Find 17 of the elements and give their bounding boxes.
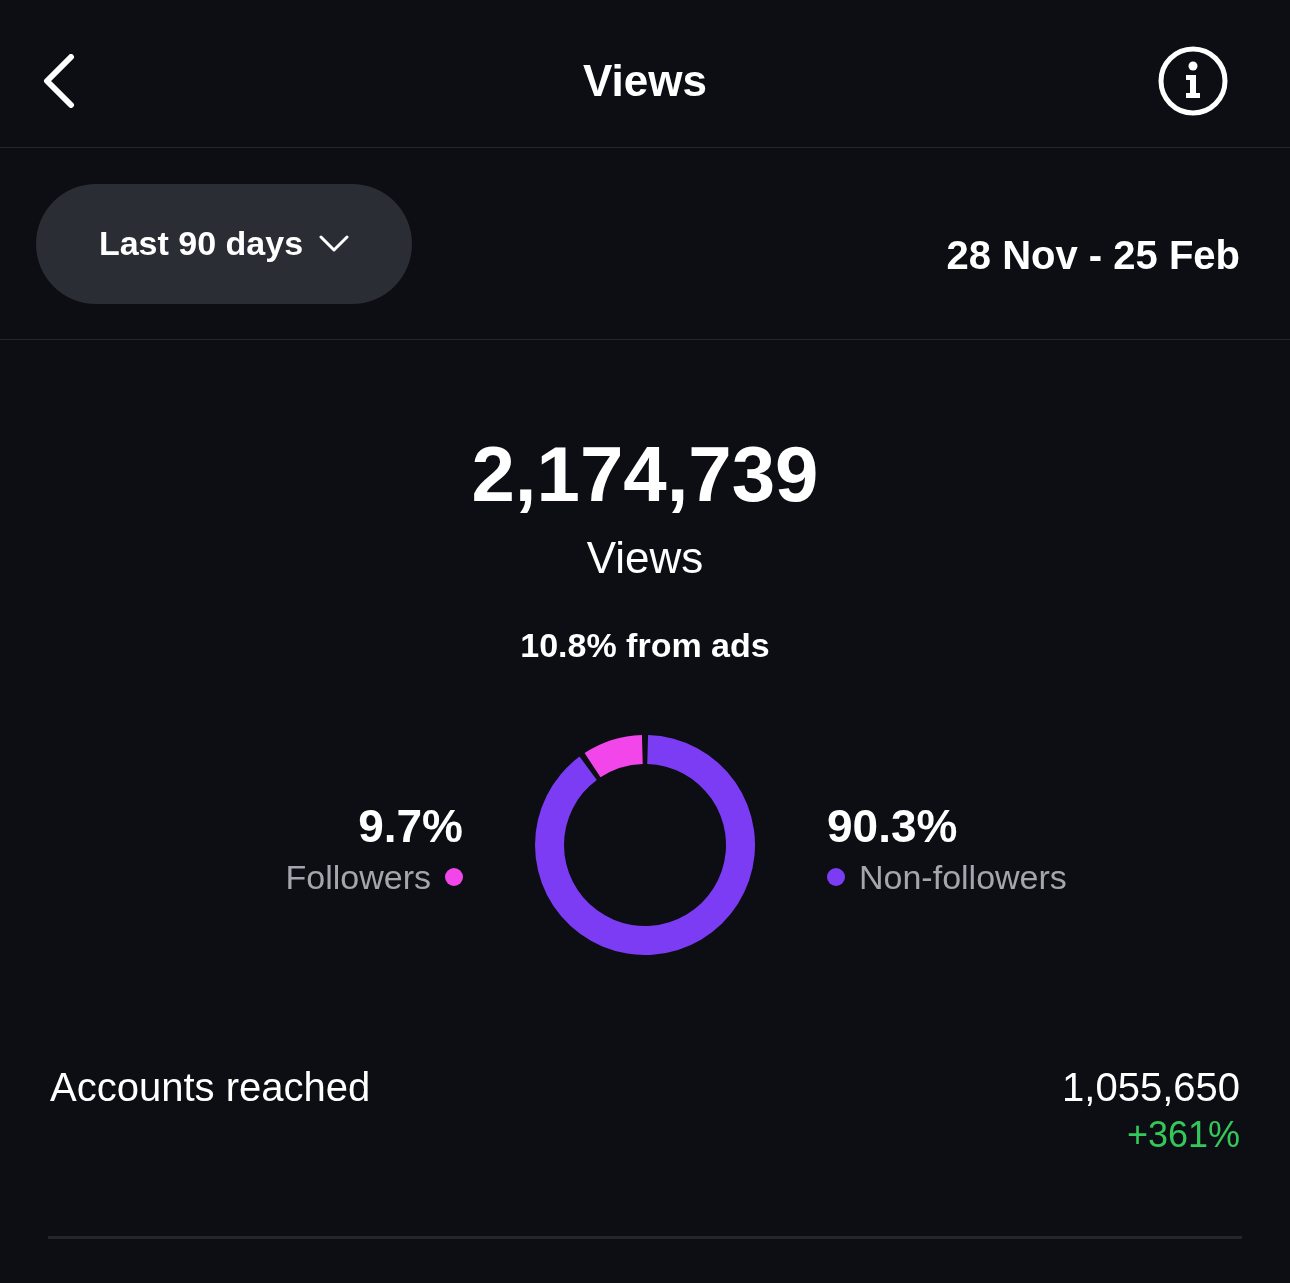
page-title: Views bbox=[583, 55, 707, 106]
back-chevron-icon bbox=[41, 53, 75, 108]
info-button[interactable] bbox=[1158, 45, 1228, 116]
total-views-value: 2,174,739 bbox=[471, 434, 819, 514]
chevron-down-icon bbox=[319, 235, 350, 252]
metric-change: +361% bbox=[1126, 1117, 1240, 1153]
total-views-label: Views bbox=[586, 536, 704, 580]
legend-label: Followers bbox=[285, 859, 431, 895]
percentage-value: 90.3% bbox=[827, 803, 958, 849]
metric-value: 1,055,650 bbox=[1062, 1067, 1240, 1107]
period-dropdown[interactable]: Last 90 days bbox=[36, 183, 412, 304]
percentage-value: 9.7% bbox=[358, 803, 463, 849]
ads-share-text: 10.8% from ads bbox=[520, 628, 770, 662]
legend-label: Non-followers bbox=[859, 859, 1067, 895]
info-icon bbox=[1158, 45, 1228, 116]
metric-label: Accounts reached bbox=[50, 1067, 371, 1107]
date-range: 28 Nov - 25 Feb bbox=[946, 232, 1240, 277]
